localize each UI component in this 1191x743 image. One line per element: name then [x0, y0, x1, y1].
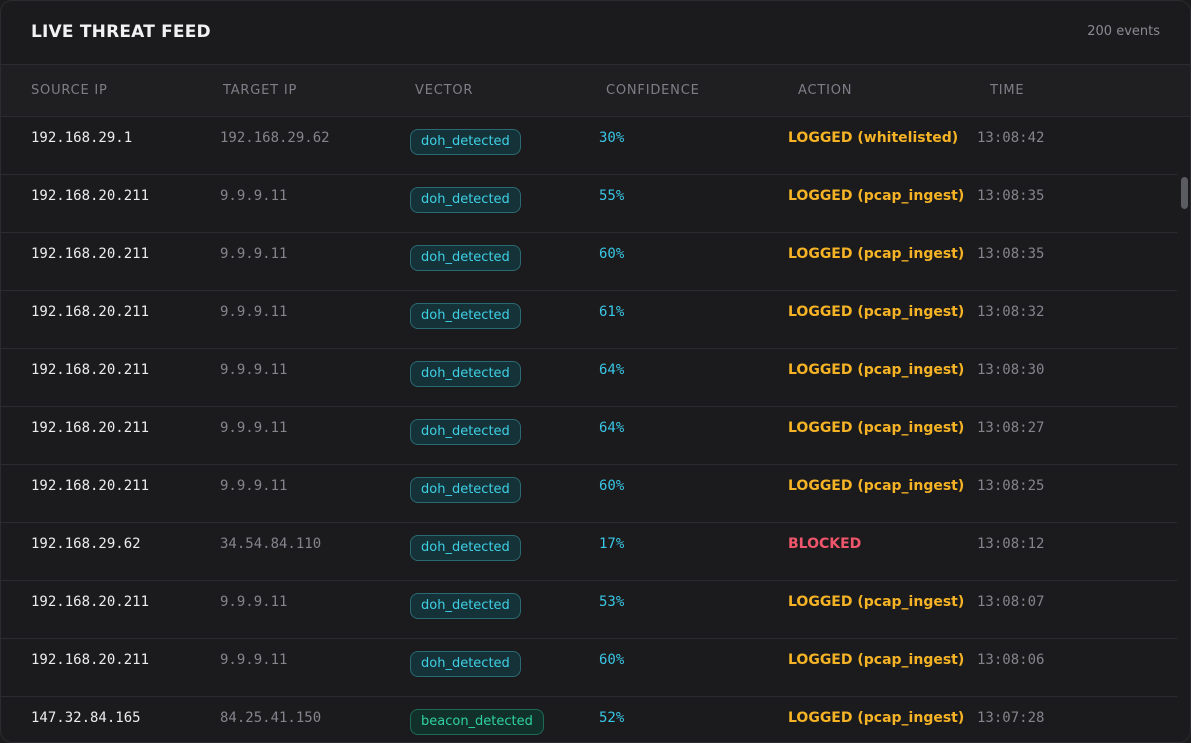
event-time: 13:08:35 [977, 246, 1045, 262]
confidence-value: 55% [599, 188, 625, 204]
target-ip: 9.9.9.11 [220, 304, 288, 320]
vector-badge: doh_detected [410, 361, 521, 387]
event-time: 13:07:28 [977, 710, 1045, 726]
table-header: SOURCE IP TARGET IP VECTOR CONFIDENCE AC… [1, 65, 1190, 117]
scrollbar[interactable] [1177, 117, 1190, 742]
source-ip: 147.32.84.165 [31, 710, 141, 726]
action-status: LOGGED (pcap_ingest) [788, 652, 965, 668]
confidence-value: 61% [599, 304, 625, 320]
vector-badge: doh_detected [410, 245, 521, 271]
panel-header: LIVE THREAT FEED 200 events [1, 1, 1190, 65]
table-row[interactable]: 192.168.20.211 9.9.9.11 doh_detected 64% LOG… [1, 349, 1177, 407]
vector-badge: doh_detected [410, 593, 521, 619]
confidence-value: 30% [599, 130, 625, 146]
table-row[interactable]: 147.32.84.165 84.25.41.150 beacon_detected… [1, 697, 1177, 742]
target-ip: 9.9.9.11 [220, 652, 288, 668]
table-row[interactable]: 192.168.29.1 192.168.29.62 doh_detected 30%… [1, 117, 1177, 175]
column-action[interactable]: ACTION [798, 83, 852, 98]
event-time: 13:08:07 [977, 594, 1045, 610]
confidence-value: 64% [599, 420, 625, 436]
vector-badge: beacon_detected [410, 709, 544, 735]
threat-feed-panel: LIVE THREAT FEED 200 events SOURCE IP TA… [0, 0, 1191, 743]
source-ip: 192.168.20.211 [31, 652, 150, 668]
target-ip: 84.25.41.150 [220, 710, 322, 726]
source-ip: 192.168.20.211 [31, 304, 150, 320]
event-time: 13:08:30 [977, 362, 1045, 378]
action-status: LOGGED (pcap_ingest) [788, 594, 965, 610]
source-ip: 192.168.20.211 [31, 246, 150, 262]
column-target-ip[interactable]: TARGET IP [223, 83, 297, 98]
action-status: LOGGED (whitelisted) [788, 130, 959, 146]
column-confidence[interactable]: CONFIDENCE [606, 83, 700, 98]
action-status: LOGGED (pcap_ingest) [788, 362, 965, 378]
vector-badge: doh_detected [410, 187, 521, 213]
target-ip: 9.9.9.11 [220, 594, 288, 610]
table-row[interactable]: 192.168.20.211 9.9.9.11 doh_detected 61% LOG… [1, 291, 1177, 349]
confidence-value: 60% [599, 652, 625, 668]
target-ip: 9.9.9.11 [220, 362, 288, 378]
action-status: LOGGED (pcap_ingest) [788, 710, 965, 726]
column-source-ip[interactable]: SOURCE IP [31, 83, 108, 98]
event-time: 13:08:35 [977, 188, 1045, 204]
event-time: 13:08:32 [977, 304, 1045, 320]
confidence-value: 17% [599, 536, 625, 552]
column-vector[interactable]: VECTOR [415, 83, 473, 98]
event-time: 13:08:12 [977, 536, 1045, 552]
vector-badge: doh_detected [410, 535, 521, 561]
source-ip: 192.168.20.211 [31, 362, 150, 378]
action-status: LOGGED (pcap_ingest) [788, 188, 965, 204]
target-ip: 9.9.9.11 [220, 420, 288, 436]
table-row[interactable]: 192.168.29.62 34.54.84.110 doh_detected 17%… [1, 523, 1177, 581]
action-status: LOGGED (pcap_ingest) [788, 420, 965, 436]
action-status: LOGGED (pcap_ingest) [788, 304, 965, 320]
source-ip: 192.168.20.211 [31, 594, 150, 610]
confidence-value: 60% [599, 478, 625, 494]
target-ip: 192.168.29.62 [220, 130, 330, 146]
table-body: 192.168.29.1 192.168.29.62 doh_detected 30%… [1, 117, 1177, 742]
confidence-value: 53% [599, 594, 625, 610]
vector-badge: doh_detected [410, 419, 521, 445]
target-ip: 9.9.9.11 [220, 478, 288, 494]
table-row[interactable]: 192.168.20.211 9.9.9.11 doh_detected 60% LOG… [1, 465, 1177, 523]
target-ip: 9.9.9.11 [220, 188, 288, 204]
action-status: LOGGED (pcap_ingest) [788, 246, 965, 262]
event-time: 13:08:27 [977, 420, 1045, 436]
action-status: BLOCKED [788, 536, 862, 552]
source-ip: 192.168.20.211 [31, 478, 150, 494]
target-ip: 34.54.84.110 [220, 536, 322, 552]
source-ip: 192.168.20.211 [31, 188, 150, 204]
source-ip: 192.168.29.1 [31, 130, 133, 146]
vector-badge: doh_detected [410, 129, 521, 155]
confidence-value: 60% [599, 246, 625, 262]
event-count: 200 events [1087, 24, 1160, 39]
table-row[interactable]: 192.168.20.211 9.9.9.11 doh_detected 64% LOG… [1, 407, 1177, 465]
table-row[interactable]: 192.168.20.211 9.9.9.11 doh_detected 55% LOG… [1, 175, 1177, 233]
confidence-value: 52% [599, 710, 625, 726]
vector-badge: doh_detected [410, 477, 521, 503]
source-ip: 192.168.29.62 [31, 536, 141, 552]
event-time: 13:08:06 [977, 652, 1045, 668]
column-time[interactable]: TIME [990, 83, 1024, 98]
vector-badge: doh_detected [410, 303, 521, 329]
source-ip: 192.168.20.211 [31, 420, 150, 436]
action-status: LOGGED (pcap_ingest) [788, 478, 965, 494]
table-row[interactable]: 192.168.20.211 9.9.9.11 doh_detected 53% LOG… [1, 581, 1177, 639]
table-row[interactable]: 192.168.20.211 9.9.9.11 doh_detected 60% LOG… [1, 639, 1177, 697]
vector-badge: doh_detected [410, 651, 521, 677]
confidence-value: 64% [599, 362, 625, 378]
event-time: 13:08:42 [977, 130, 1045, 146]
scrollbar-thumb[interactable] [1181, 177, 1188, 209]
panel-title: LIVE THREAT FEED [31, 22, 211, 42]
table-row[interactable]: 192.168.20.211 9.9.9.11 doh_detected 60% LOG… [1, 233, 1177, 291]
target-ip: 9.9.9.11 [220, 246, 288, 262]
event-time: 13:08:25 [977, 478, 1045, 494]
